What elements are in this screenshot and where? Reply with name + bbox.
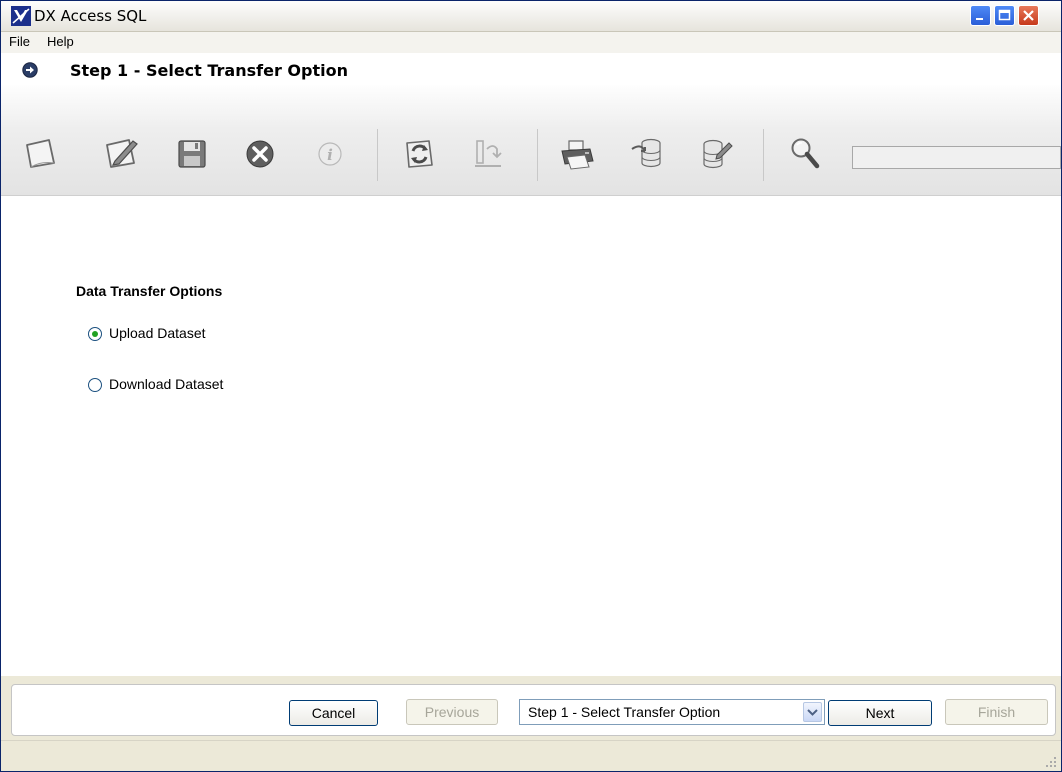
toolbar-separator: [377, 129, 378, 181]
close-button[interactable]: [1018, 5, 1039, 26]
radio-download-dataset[interactable]: [88, 378, 102, 392]
section-title: Data Transfer Options: [76, 283, 223, 299]
arrow-right-circle-icon: [22, 62, 38, 78]
radio-selected-dot: [92, 331, 98, 337]
menu-bar: File Help: [1, 32, 1061, 53]
menu-file[interactable]: File: [9, 34, 30, 49]
svg-text:i: i: [327, 146, 333, 164]
maximize-button[interactable]: [994, 5, 1015, 26]
radio-upload-dataset[interactable]: [88, 327, 102, 341]
app-window: DX Access SQL File Help Step 1 - Select …: [0, 0, 1062, 772]
toolbar: i: [1, 85, 1061, 196]
chevron-down-icon[interactable]: [803, 702, 822, 722]
wizard-footer: Cancel Previous Step 1 - Select Transfer…: [11, 684, 1056, 736]
database-edit-icon[interactable]: [695, 133, 735, 173]
toolbar-separator: [537, 129, 538, 181]
minimize-icon: [976, 18, 983, 20]
new-document-icon[interactable]: [21, 133, 61, 173]
info-icon: i: [318, 142, 342, 166]
main-content: Data Transfer Options Upload Dataset Dow…: [1, 196, 1061, 676]
previous-button: Previous: [406, 699, 498, 725]
step-select-value: Step 1 - Select Transfer Option: [528, 704, 721, 720]
resize-grip-icon[interactable]: [1045, 756, 1057, 768]
step-title: Step 1 - Select Transfer Option: [70, 61, 348, 80]
radio-label-upload[interactable]: Upload Dataset: [109, 325, 206, 341]
minimize-button[interactable]: [970, 5, 991, 26]
refresh-icon[interactable]: [399, 133, 439, 173]
search-icon[interactable]: [785, 133, 825, 173]
title-bar[interactable]: DX Access SQL: [1, 1, 1061, 32]
maximize-icon: [998, 9, 1011, 21]
next-button[interactable]: Next: [828, 700, 932, 726]
close-icon: [1023, 10, 1034, 21]
print-icon[interactable]: [557, 133, 597, 173]
import-icon: [475, 140, 502, 167]
step-select[interactable]: Step 1 - Select Transfer Option: [519, 699, 825, 725]
save-icon[interactable]: [171, 133, 211, 173]
window-title: DX Access SQL: [34, 7, 147, 25]
radio-label-download[interactable]: Download Dataset: [109, 376, 223, 392]
search-input[interactable]: [852, 146, 1061, 169]
menu-help[interactable]: Help: [47, 34, 74, 49]
chevron-down-glyph: [807, 709, 818, 716]
app-logo-icon: [11, 6, 31, 26]
database-export-icon[interactable]: [627, 133, 667, 173]
delete-icon[interactable]: [239, 133, 279, 173]
finish-button: Finish: [945, 699, 1048, 725]
step-header: Step 1 - Select Transfer Option: [1, 53, 1061, 85]
cancel-button[interactable]: Cancel: [289, 700, 378, 726]
toolbar-separator: [763, 129, 764, 181]
edit-icon[interactable]: [101, 133, 141, 173]
status-bar: [1, 740, 1061, 771]
